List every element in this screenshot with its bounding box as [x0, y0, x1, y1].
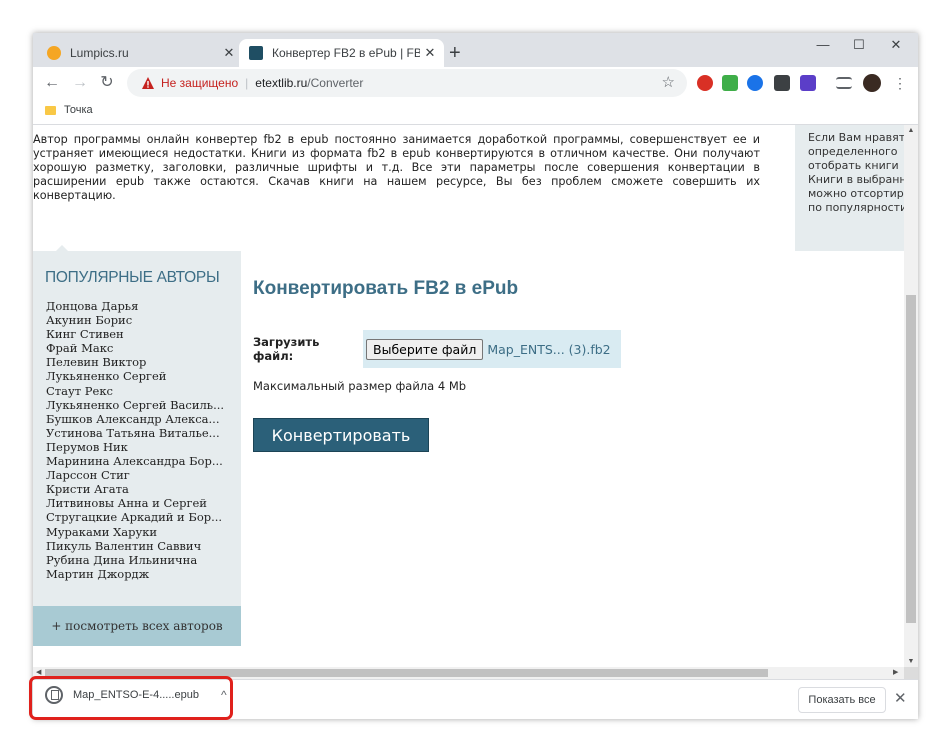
authors-list: Донцова Дарья Акунин Борис Кинг Стивен Ф… — [46, 299, 224, 581]
author-link[interactable]: Рубина Дина Ильинична — [46, 553, 224, 567]
scroll-left-icon[interactable]: ◀ — [36, 668, 41, 676]
minimize-button[interactable]: — — [803, 37, 843, 52]
author-link[interactable]: Фрай Макс — [46, 341, 224, 355]
maximize-button[interactable]: ☐ — [839, 37, 879, 53]
tab-close-icon[interactable]: ✕ — [219, 45, 239, 61]
close-downloads-icon[interactable]: ✕ — [894, 689, 907, 707]
tab-lumpics[interactable]: Lumpics.ru ✕ — [37, 39, 243, 67]
author-link[interactable]: Перумов Ник — [46, 440, 224, 454]
converter-title: Конвертировать FB2 в ePub — [253, 278, 519, 299]
author-link[interactable]: Пикуль Валентин Саввич — [46, 539, 224, 553]
author-link[interactable]: Донцова Дарья — [46, 299, 224, 313]
author-link[interactable]: Мартин Джордж — [46, 567, 224, 581]
author-link[interactable]: Лукьяненко Сергей Василь... — [46, 398, 224, 412]
author-link[interactable]: Ларссон Стиг — [46, 468, 224, 482]
etextlib-favicon-icon — [249, 46, 263, 60]
media-queue-icon[interactable] — [836, 77, 852, 89]
author-link[interactable]: Акунин Борис — [46, 313, 224, 327]
extension-box-icon[interactable] — [774, 75, 790, 91]
author-link[interactable]: Стругацкие Аркадий и Бор... — [46, 510, 224, 524]
popular-authors-sidebar: ПОПУЛЯРНЫЕ АВТОРЫ Донцова Дарья Акунин Б… — [33, 251, 241, 606]
page-content: Автор программы онлайн конвертер fb2 в e… — [33, 125, 904, 667]
extension-music-icon[interactable] — [722, 75, 738, 91]
author-link[interactable]: Лукьяненко Сергей — [46, 369, 224, 383]
scroll-up-icon[interactable]: ▲ — [904, 127, 918, 134]
reload-button[interactable]: ↻ — [96, 72, 118, 94]
warning-icon — [142, 77, 154, 89]
tab-converter[interactable]: Конвертер FB2 в ePub | FB2 to e ✕ — [239, 39, 444, 67]
intro-paragraph: Автор программы онлайн конвертер fb2 в e… — [33, 133, 760, 202]
address-bar[interactable]: Не защищено | etextlib.ru /Converter ☆ — [127, 69, 687, 97]
author-link[interactable]: Бушков Александр Алекса... — [46, 412, 224, 426]
browser-toolbar: ← → ↻ Не защищено | etextlib.ru /Convert… — [33, 67, 918, 99]
right-info-box: Если Вам нравят определенного отобрать к… — [795, 125, 904, 251]
bookmark-item[interactable]: Точка — [45, 104, 93, 116]
browser-window: Lumpics.ru ✕ Конвертер FB2 в ePub | FB2 … — [33, 33, 918, 719]
show-all-button[interactable]: Показать все — [798, 687, 886, 713]
choose-file-button[interactable]: Выберите файл — [366, 338, 484, 360]
scrollbar-corner — [904, 667, 918, 679]
menu-kebab-icon[interactable]: ⋮ — [889, 72, 911, 94]
profile-avatar-icon[interactable] — [863, 74, 881, 92]
extension-opera-icon[interactable] — [697, 75, 713, 91]
tab-title: Lumpics.ru — [70, 46, 129, 60]
view-all-authors-link[interactable]: + посмотреть всех авторов — [33, 606, 241, 646]
folder-icon — [45, 105, 56, 115]
author-link[interactable]: Устинова Татьяна Виталье... — [46, 426, 224, 440]
extension-ad-icon[interactable] — [800, 75, 816, 91]
tab-close-icon[interactable]: ✕ — [420, 45, 440, 61]
selected-file-name: Map_ENTS... (3).fb2 — [487, 341, 611, 357]
download-highlight-annotation — [29, 676, 233, 720]
scroll-right-icon[interactable]: ▶ — [893, 668, 898, 676]
author-link[interactable]: Пелевин Виктор — [46, 355, 224, 369]
author-link[interactable]: Маринина Александра Бор... — [46, 454, 224, 468]
author-link[interactable]: Литвиновы Анна и Сергей — [46, 496, 224, 510]
vertical-scroll-thumb[interactable] — [906, 295, 916, 623]
security-label[interactable]: Не защищено — [161, 76, 238, 90]
upload-row: Загрузить файл: Выберите файл Map_ENTS..… — [253, 330, 621, 368]
new-tab-button[interactable]: + — [449, 42, 461, 65]
bookmark-label: Точка — [64, 104, 93, 116]
tab-strip: Lumpics.ru ✕ Конвертер FB2 в ePub | FB2 … — [33, 33, 918, 67]
convert-button[interactable]: Конвертировать — [253, 418, 429, 452]
upload-label: Загрузить файл: — [253, 335, 320, 363]
popular-authors-title: ПОПУЛЯРНЫЕ АВТОРЫ — [45, 269, 220, 286]
address-separator: | — [245, 76, 249, 90]
forward-button[interactable]: → — [69, 72, 91, 94]
author-link[interactable]: Кристи Агата — [46, 482, 224, 496]
bookmarks-bar: Точка — [33, 99, 918, 125]
close-window-button[interactable]: ✕ — [876, 37, 916, 53]
extension-globe-icon[interactable] — [747, 75, 763, 91]
author-link[interactable]: Мураками Харуки — [46, 525, 224, 539]
url-domain: etextlib.ru — [255, 76, 308, 90]
vertical-scrollbar[interactable]: ▲ ▼ — [904, 125, 918, 667]
lumpics-favicon-icon — [47, 46, 61, 60]
scroll-down-icon[interactable]: ▼ — [904, 658, 918, 665]
author-link[interactable]: Кинг Стивен — [46, 327, 224, 341]
back-button[interactable]: ← — [41, 72, 63, 94]
author-link[interactable]: Стаут Рекс — [46, 384, 224, 398]
url-path: /Converter — [307, 76, 364, 90]
max-size-note: Максимальный размер файла 4 Mb — [253, 379, 467, 393]
bookmark-star-icon[interactable]: ☆ — [662, 73, 675, 91]
file-input[interactable]: Выберите файл Map_ENTS... (3).fb2 — [363, 330, 621, 368]
tab-title: Конвертер FB2 в ePub | FB2 to e — [272, 46, 420, 60]
